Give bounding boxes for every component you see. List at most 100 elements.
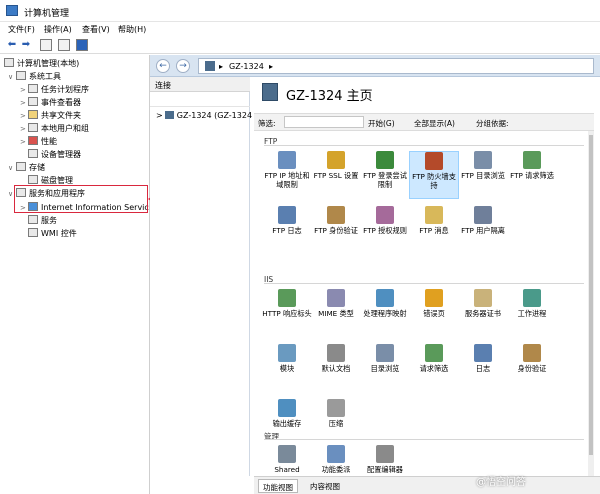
delegation-icon bbox=[327, 445, 345, 463]
filter-input[interactable] bbox=[284, 116, 364, 128]
breadcrumb-arrow[interactable]: ▸ bbox=[269, 62, 273, 71]
event-viewer-icon bbox=[28, 97, 38, 106]
shared-config-icon bbox=[278, 445, 296, 463]
tree-item-device-manager[interactable]: 设备管理器 bbox=[28, 149, 81, 162]
tree-item-shared-folders[interactable]: > 共享文件夹 bbox=[20, 110, 81, 123]
server-node[interactable]: > GZ-1324 (GZ-1324 bbox=[156, 111, 252, 120]
chevron-right-icon[interactable]: > bbox=[20, 99, 28, 107]
ftp-message-icon bbox=[425, 206, 443, 224]
chevron-right-icon[interactable]: > bbox=[20, 86, 28, 94]
feature-item[interactable]: FTP 请求筛选 bbox=[507, 151, 557, 199]
tree-item-services[interactable]: 服务 bbox=[28, 215, 57, 228]
feature-item[interactable]: 日志 bbox=[458, 344, 508, 392]
scrollbar-thumb[interactable] bbox=[589, 135, 593, 455]
computer-management-icon bbox=[6, 5, 18, 16]
server-icon bbox=[205, 61, 215, 71]
feature-label: 工作进程 bbox=[517, 309, 547, 318]
feature-item[interactable]: 服务器证书 bbox=[458, 289, 508, 337]
feature-label: 请求筛选 bbox=[419, 364, 449, 373]
tab-features-view[interactable]: 功能视图 bbox=[258, 479, 298, 493]
feature-item[interactable]: 错误页 bbox=[409, 289, 459, 337]
ftp-isolation-icon bbox=[474, 206, 492, 224]
menu-help[interactable]: 帮助(H) bbox=[118, 24, 146, 35]
connections-header: 连接 bbox=[150, 77, 250, 92]
feature-item[interactable]: Shared bbox=[262, 445, 312, 476]
dir-browse-icon bbox=[376, 344, 394, 362]
forward-icon[interactable]: ➡ bbox=[20, 39, 32, 51]
tree-root[interactable]: 计算机管理(本地) bbox=[4, 58, 79, 71]
feature-item[interactable]: MIME 类型 bbox=[311, 289, 361, 337]
iis-manager-panel: ← → ▸ GZ-1324 ▸ 连接 > GZ-1324 (GZ-1324 GZ… bbox=[150, 55, 600, 494]
connections-pane: 连接 > GZ-1324 (GZ-1324 bbox=[150, 77, 252, 476]
ftp-log-icon bbox=[278, 206, 296, 224]
feature-item[interactable]: 请求筛选 bbox=[409, 344, 459, 392]
tree-item-wmi[interactable]: WMI 控件 bbox=[28, 228, 77, 241]
tree-item-task-scheduler[interactable]: > 任务计划程序 bbox=[20, 84, 89, 97]
back-icon[interactable]: ⬅ bbox=[6, 39, 18, 51]
ftp-authz-icon bbox=[376, 206, 394, 224]
feature-item[interactable]: 目录浏览 bbox=[360, 344, 410, 392]
mime-icon bbox=[327, 289, 345, 307]
menu-action[interactable]: 操作(A) bbox=[44, 24, 72, 35]
breadcrumb-sep-icon: ▸ bbox=[219, 62, 224, 71]
feature-label: FTP 防火墙支持 bbox=[412, 172, 456, 190]
services-icon bbox=[28, 215, 38, 224]
feature-item[interactable]: FTP SSL 设置 bbox=[311, 151, 361, 199]
feature-label: 身份验证 bbox=[517, 364, 547, 373]
tab-content-view[interactable]: 内容视图 bbox=[306, 479, 344, 493]
feature-item[interactable]: 功能委派 bbox=[311, 445, 361, 476]
breadcrumb-server[interactable]: GZ-1324 bbox=[229, 62, 264, 71]
chevron-right-icon[interactable]: > bbox=[20, 138, 28, 146]
storage-icon bbox=[16, 162, 26, 171]
tree-item-local-users[interactable]: > 本地用户和组 bbox=[20, 123, 89, 136]
feature-item[interactable]: 模块 bbox=[262, 344, 312, 392]
chevron-down-icon[interactable]: ∨ bbox=[8, 164, 16, 172]
address-bar: ← → ▸ GZ-1324 ▸ bbox=[150, 55, 600, 77]
feature-item[interactable]: 默认文档 bbox=[311, 344, 361, 392]
menu-file[interactable]: 文件(F) bbox=[8, 24, 35, 35]
feature-item[interactable]: FTP 登录尝试限制 bbox=[360, 151, 410, 199]
chevron-right-icon[interactable]: > bbox=[156, 111, 163, 120]
show-all-button[interactable]: 全部显示(A) bbox=[414, 118, 455, 129]
feature-item[interactable]: FTP 身份验证 bbox=[311, 206, 361, 254]
feature-item[interactable]: 身份验证 bbox=[507, 344, 557, 392]
feature-item[interactable]: HTTP 响应标头 bbox=[262, 289, 312, 337]
show-hide-tree-icon[interactable] bbox=[58, 39, 70, 51]
feature-item[interactable]: FTP 用户隔离 bbox=[458, 206, 508, 254]
nav-back-icon[interactable]: ← bbox=[156, 59, 170, 73]
nav-forward-icon[interactable]: → bbox=[176, 59, 190, 73]
feature-item[interactable]: FTP 授权规则 bbox=[360, 206, 410, 254]
modules-icon bbox=[278, 344, 296, 362]
feature-item[interactable]: FTP IP 地址和域限制 bbox=[262, 151, 312, 199]
view-tabs: 功能视图 内容视图 bbox=[254, 476, 600, 494]
feature-label: 功能委派 bbox=[321, 465, 351, 474]
config-editor-icon bbox=[376, 445, 394, 463]
menu-view[interactable]: 查看(V) bbox=[82, 24, 110, 35]
feature-item[interactable]: FTP 日志 bbox=[262, 206, 312, 254]
feature-item[interactable]: 配置编辑器 bbox=[360, 445, 410, 476]
feature-item[interactable]: 处理程序映射 bbox=[360, 289, 410, 337]
group-by-label: 分组依据: bbox=[476, 119, 509, 128]
tree-item-event-viewer[interactable]: > 事件查看器 bbox=[20, 97, 81, 110]
filter-label: 筛选: bbox=[258, 119, 276, 128]
scrollbar[interactable] bbox=[588, 131, 594, 476]
tree-item-storage[interactable]: ∨ 存储 bbox=[8, 162, 45, 175]
tree-item-performance[interactable]: > 性能 bbox=[20, 136, 57, 149]
feature-item[interactable]: FTP 目录浏览 bbox=[458, 151, 508, 199]
feature-label: MIME 类型 bbox=[318, 309, 354, 318]
tree-item-system-tools[interactable]: ∨ 系统工具 bbox=[8, 71, 61, 84]
title-bar: 计算机管理 bbox=[0, 0, 600, 22]
breadcrumb[interactable]: ▸ GZ-1324 ▸ bbox=[198, 58, 594, 74]
feature-label: 服务器证书 bbox=[465, 309, 501, 318]
start-button[interactable]: 开始(G) bbox=[368, 118, 395, 129]
help-icon[interactable] bbox=[76, 39, 88, 51]
feature-item[interactable]: FTP 消息 bbox=[409, 206, 459, 254]
feature-item[interactable]: 工作进程 bbox=[507, 289, 557, 337]
feature-item[interactable]: FTP 防火墙支持 bbox=[409, 151, 459, 199]
chevron-down-icon[interactable]: ∨ bbox=[8, 73, 16, 81]
feature-label: FTP 请求筛选 bbox=[510, 171, 554, 180]
up-folder-icon[interactable] bbox=[40, 39, 52, 51]
chevron-right-icon[interactable]: > bbox=[20, 112, 28, 120]
feature-label: 错误页 bbox=[423, 309, 445, 318]
chevron-right-icon[interactable]: > bbox=[20, 125, 28, 133]
